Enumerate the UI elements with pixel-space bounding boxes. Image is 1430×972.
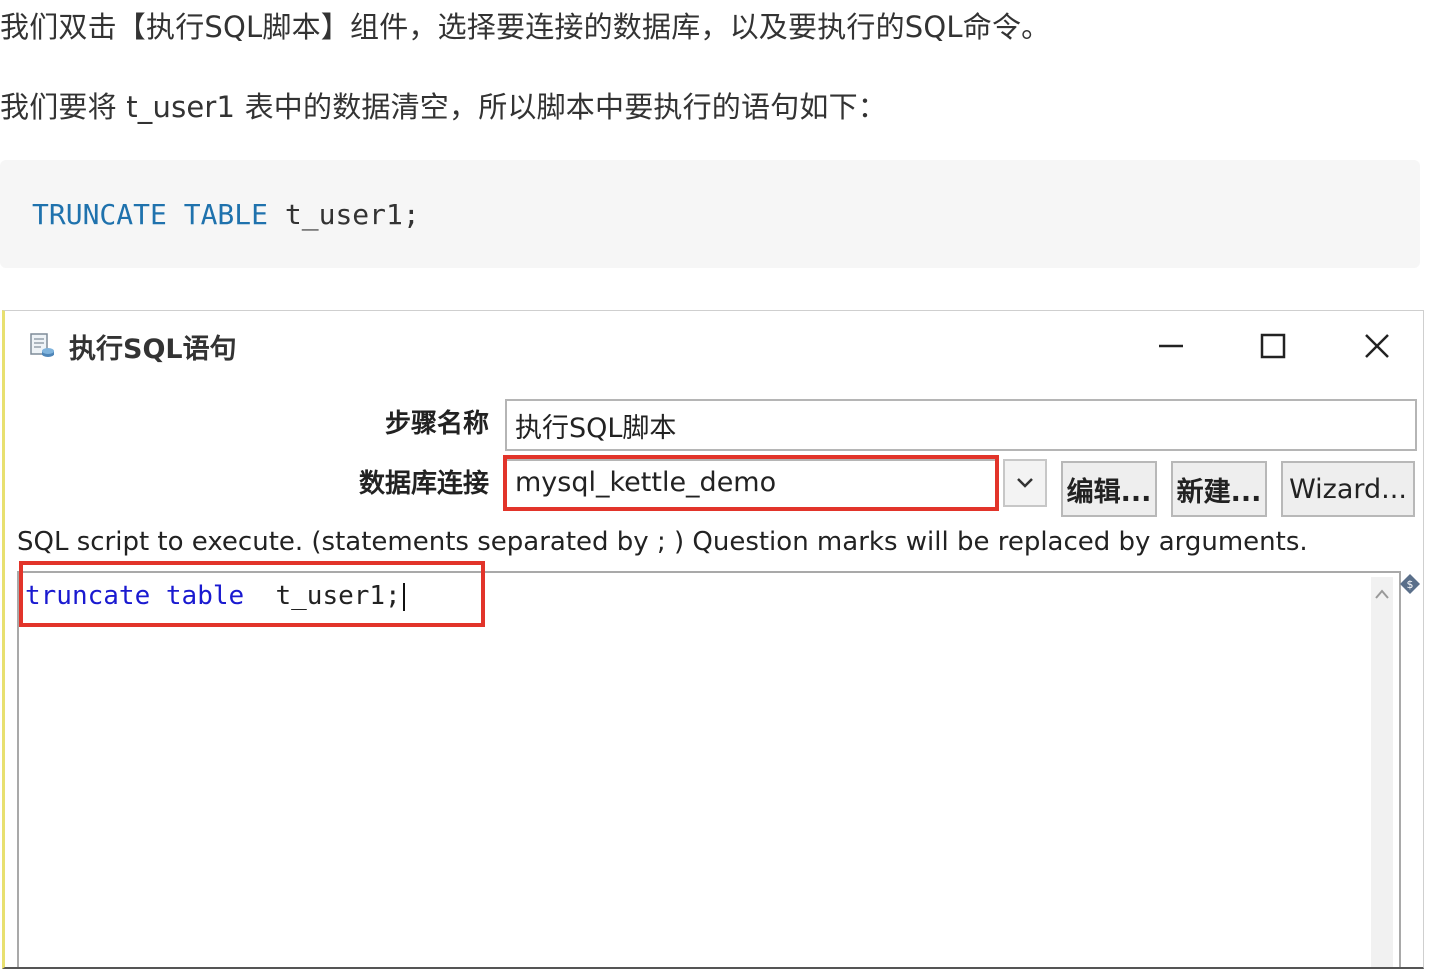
sql-script-editor[interactable]: truncate table t_user1;: [17, 571, 1401, 967]
maximize-button[interactable]: [1243, 321, 1303, 371]
sql-keyword-table: table: [165, 581, 245, 611]
code-keyword-table: TABLE: [183, 198, 269, 231]
maximize-icon: [1260, 333, 1286, 359]
db-connection-select[interactable]: mysql_kettle_demo: [505, 459, 997, 511]
code-table-name: t_user1;: [284, 198, 420, 231]
wizard-button[interactable]: Wizard...: [1281, 461, 1415, 517]
chevron-down-icon: [1017, 478, 1033, 488]
sql-table-name: t_user1;: [275, 581, 401, 611]
code-keyword-truncate: TRUNCATE: [32, 198, 167, 231]
sql-keyword-truncate: truncate: [25, 581, 151, 611]
code-line: TRUNCATE TABLE t_user1;: [32, 198, 420, 231]
article-paragraph-2: 我们要将 t_user1 表中的数据清空，所以脚本中要执行的语句如下：: [0, 90, 888, 124]
sql-line: truncate table t_user1;: [25, 581, 405, 611]
minimize-icon: [1159, 344, 1183, 348]
close-icon: [1365, 334, 1389, 358]
article-paragraph-1: 我们双击【执行SQL脚本】组件，选择要连接的数据库，以及要执行的SQL命令。: [0, 10, 1051, 44]
step-name-label: 步骤名称: [384, 409, 489, 439]
sql-script-hint: SQL script to execute. (statements separ…: [17, 527, 1308, 557]
edit-connection-button[interactable]: 编辑...: [1061, 461, 1157, 517]
svg-text:$: $: [1407, 578, 1414, 591]
code-block: TRUNCATE TABLE t_user1;: [0, 160, 1420, 268]
chevron-up-icon[interactable]: [1373, 587, 1391, 601]
db-connection-dropdown-button[interactable]: [1003, 459, 1047, 507]
dialog-title: 执行SQL语句: [69, 334, 237, 365]
new-connection-button[interactable]: 新建...: [1171, 461, 1267, 517]
text-caret: [402, 582, 405, 611]
step-name-input[interactable]: [505, 399, 1417, 451]
execute-sql-dialog: 执行SQL语句 步骤名称 数据库连接 mysql_kettle_demo 编辑.…: [2, 310, 1424, 969]
minimize-button[interactable]: [1141, 321, 1201, 371]
editor-vertical-scrollbar[interactable]: [1371, 577, 1393, 967]
db-connection-label: 数据库连接: [358, 469, 489, 499]
close-button[interactable]: [1347, 321, 1407, 371]
variable-icon[interactable]: $: [1399, 573, 1421, 595]
sql-script-icon: [30, 333, 54, 357]
